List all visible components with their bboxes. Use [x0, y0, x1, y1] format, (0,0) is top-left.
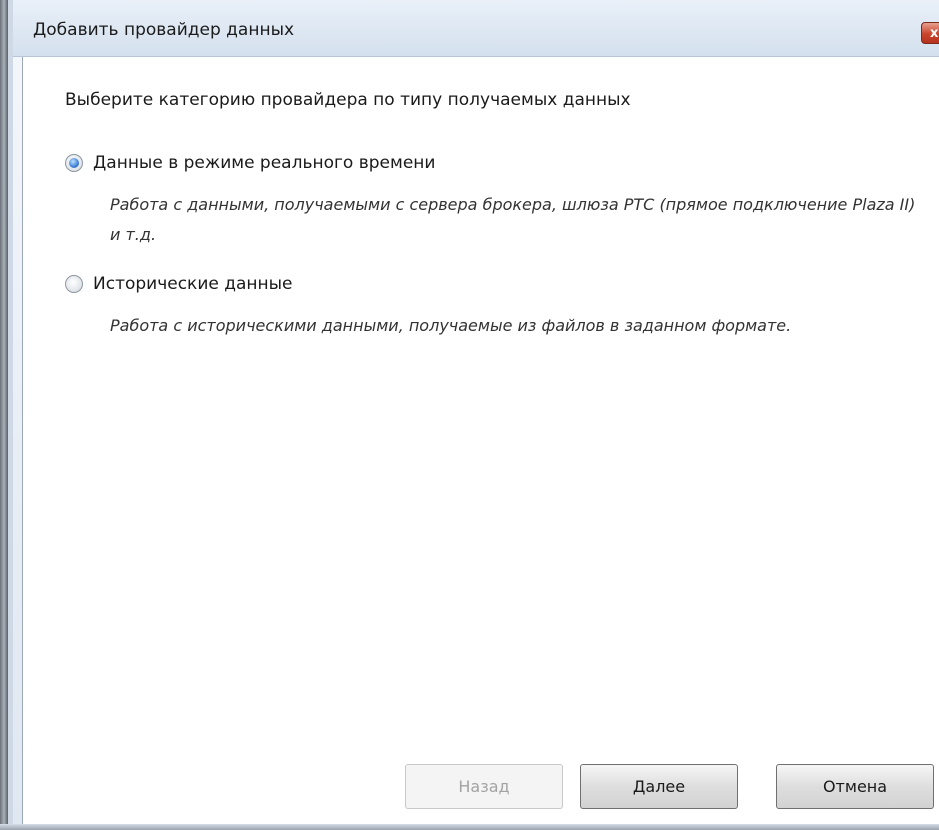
screen: Добавить провайдер данных x Выберите кат…	[0, 0, 939, 830]
option-description-historical: Работа с историческими данными, получаем…	[110, 316, 792, 335]
radio-label-realtime[interactable]: Данные в режиме реального времени	[93, 153, 435, 173]
radio-button-realtime[interactable]	[65, 154, 83, 172]
radio-option-historical[interactable]: Исторические данные	[65, 274, 293, 294]
radio-button-historical[interactable]	[65, 275, 83, 293]
close-button[interactable]: x	[921, 22, 939, 44]
dialog-title-bar[interactable]: Добавить провайдер данных x	[13, 0, 939, 57]
window-bottom-edge	[0, 824, 939, 830]
dialog-title: Добавить провайдер данных	[33, 20, 295, 40]
radio-label-historical[interactable]: Исторические данные	[93, 274, 293, 294]
back-button[interactable]: Назад	[405, 764, 563, 809]
dialog-content: Выберите категорию провайдера по типу по…	[22, 57, 939, 825]
radio-option-realtime[interactable]: Данные в режиме реального времени	[65, 153, 435, 173]
window-frame-border	[8, 0, 13, 830]
close-icon: x	[930, 26, 939, 41]
cancel-button[interactable]: Отмена	[776, 764, 934, 809]
next-button[interactable]: Далее	[580, 764, 738, 809]
option-description-realtime: Работа с данными, получаемыми с сервера …	[110, 195, 916, 244]
page-heading: Выберите категорию провайдера по типу по…	[65, 90, 631, 110]
window-frame-edge	[0, 0, 8, 830]
